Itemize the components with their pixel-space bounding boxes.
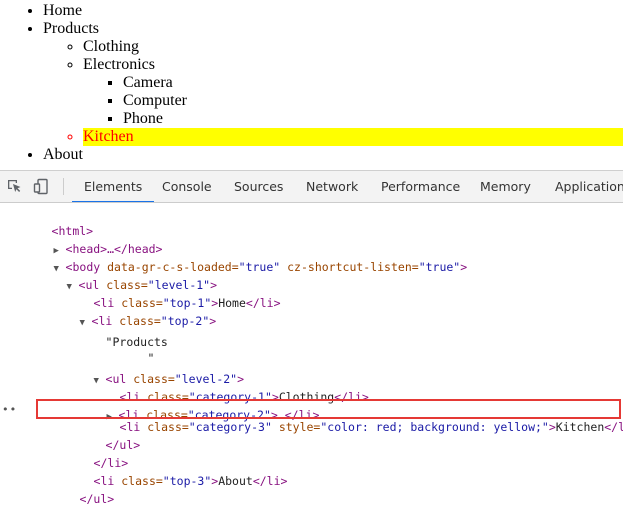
dom-node-html[interactable]: <html> (10, 204, 94, 238)
list-item-camera: Camera (123, 74, 623, 92)
dom-node-body[interactable]: ▼ <body data-gr-c-s-loaded="true" cz-shor… (12, 240, 468, 274)
level-1-list: Home Products Clothing Electronics Camer… (0, 0, 623, 164)
devtools-panel: Elements Console Sources Network Perform… (0, 170, 623, 506)
list-item-home: Home (43, 2, 623, 20)
device-toolbar-icon[interactable] (33, 178, 50, 195)
dom-node-li-top-1[interactable]: <li class="top-1">Home</li> (52, 276, 281, 310)
level-2-list: Clothing Electronics Camera Computer Pho… (43, 38, 623, 146)
level-3-list: Camera Computer Phone (83, 74, 623, 128)
dom-node-ul-level-1-close[interactable]: </ul> (38, 472, 115, 506)
list-item-products-label: Products (43, 20, 99, 37)
list-item-computer: Computer (123, 92, 623, 110)
dom-node-li-category-3[interactable]: <li class="category-3" style="color: red… (78, 400, 623, 434)
list-item-clothing: Clothing (83, 38, 623, 56)
list-item-about: About (43, 146, 623, 164)
dom-node-ul-level-2[interactable]: ▼ <ul class="level-2"> (52, 352, 245, 386)
list-item-products: Products Clothing Electronics Camera Com… (43, 20, 623, 146)
dom-node-ul-level-1[interactable]: ▼ <ul class="level-1"> (25, 258, 218, 292)
list-item-phone: Phone (123, 110, 623, 128)
dom-node-li-category-1[interactable]: <li class="category-1">Clothing</li> (78, 370, 369, 404)
inspect-element-icon[interactable] (6, 178, 23, 195)
tab-performance[interactable]: Performance (381, 171, 460, 202)
dom-tree: <html> ▶ <head>…</head> ▼ <body data-gr-c-… (0, 204, 623, 506)
tab-network[interactable]: Network (306, 171, 358, 202)
rendered-page: Home Products Clothing Electronics Camer… (0, 0, 623, 168)
dom-node-li-top-2[interactable]: ▼ <li class="top-2"> (38, 294, 217, 328)
tab-memory[interactable]: Memory (480, 171, 531, 202)
dom-node-head[interactable]: ▶ <head>…</head> (12, 222, 163, 256)
tab-elements[interactable]: Elements (71, 171, 155, 202)
dom-node-ul-level-2-close[interactable]: </ul> (64, 418, 141, 452)
list-item-electronics: Electronics Camera Computer Phone (83, 56, 623, 128)
selected-node-dots[interactable]: •• (2, 403, 17, 416)
list-item-electronics-label: Electronics (83, 56, 155, 73)
tab-sources[interactable]: Sources (234, 171, 283, 202)
devtools-toolbar: Elements Console Sources Network Perform… (0, 171, 623, 203)
dom-text-products-quote: " (147, 351, 155, 365)
tab-application[interactable]: Application (555, 171, 623, 202)
dom-node-li-top-2-close[interactable]: </li> (52, 436, 129, 470)
toolbar-separator (63, 178, 64, 195)
list-item-kitchen: Kitchen (83, 128, 623, 146)
dom-node-li-top-3[interactable]: <li class="top-3">About</li> (52, 454, 288, 488)
tab-console[interactable]: Console (162, 171, 212, 202)
